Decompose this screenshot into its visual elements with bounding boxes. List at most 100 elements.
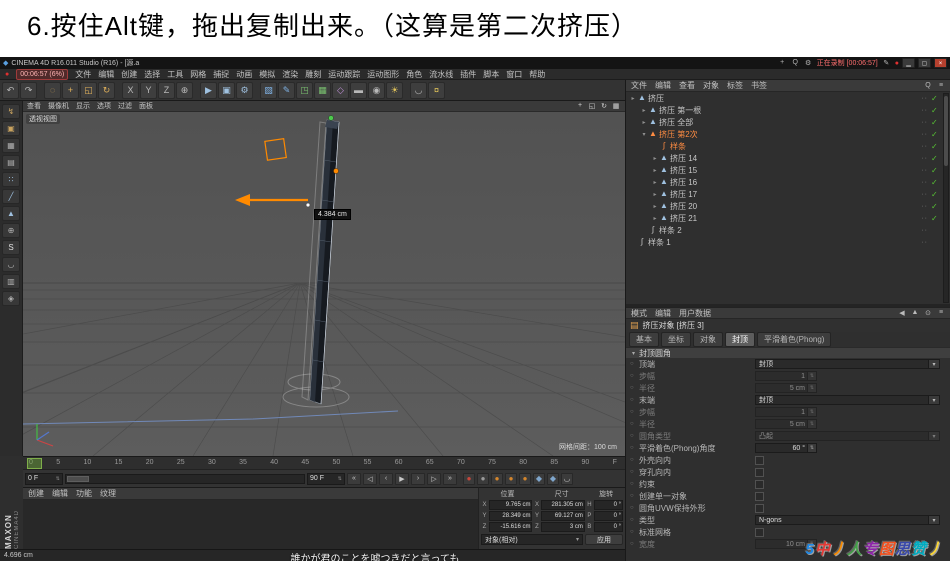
materials-menu-item[interactable]: 功能: [76, 488, 92, 499]
viewport-menu-item[interactable]: 面板: [139, 101, 153, 111]
menu-item[interactable]: 渲染: [282, 69, 298, 80]
primitive-cube-icon[interactable]: ▧: [260, 81, 277, 99]
pan-view-icon[interactable]: +: [575, 102, 585, 110]
z-axis-lock-icon[interactable]: Z: [158, 81, 175, 99]
attribute-subtab[interactable]: 封顶: [725, 332, 755, 347]
prev-frame-button[interactable]: ‹: [379, 472, 393, 485]
visibility-dots-icon[interactable]: ··: [921, 119, 928, 126]
enabled-check-icon[interactable]: ✓: [931, 190, 941, 199]
menu-item[interactable]: 编辑: [98, 69, 114, 80]
animation-dot-icon[interactable]: ○: [630, 481, 639, 487]
position-y-field[interactable]: 28.349 cm: [489, 511, 533, 521]
viewport-menu-item[interactable]: 摄像机: [48, 101, 69, 111]
frame-stepper-icon[interactable]: ⇅: [338, 476, 342, 482]
attribute-dropdown[interactable]: 封顶 ▾: [755, 359, 940, 369]
current-frame-marker[interactable]: [27, 458, 42, 469]
bulb-icon[interactable]: ¤: [428, 81, 445, 99]
make-editable-icon[interactable]: ↯: [2, 104, 20, 119]
menu-item[interactable]: 网格: [190, 69, 206, 80]
om-search-icon[interactable]: Q: [923, 82, 933, 89]
materials-menu-item[interactable]: 创建: [28, 488, 44, 499]
visibility-dots-icon[interactable]: ··: [921, 95, 928, 102]
enabled-check-icon[interactable]: ✓: [931, 130, 941, 139]
visibility-dots-icon[interactable]: ··: [921, 239, 928, 246]
animation-dot-icon[interactable]: ○: [630, 409, 639, 415]
toolbar-icon[interactable]: [116, 82, 121, 99]
live-selection-icon[interactable]: ◌: [44, 81, 61, 99]
workplane-lock-icon[interactable]: ▥: [2, 274, 20, 289]
expand-arrow-icon[interactable]: ▸: [651, 179, 659, 186]
viewport-menu-item[interactable]: 查看: [27, 101, 41, 111]
animation-dot-icon[interactable]: ○: [630, 361, 639, 367]
object-row[interactable]: ▾ ▲ 挤压 第2次 ·· ✓: [626, 128, 941, 140]
animation-dot-icon[interactable]: ○: [630, 421, 639, 427]
viewport-solo-icon[interactable]: S: [2, 240, 20, 255]
object-manager-menu-item[interactable]: 对象: [703, 80, 719, 91]
position-z-field[interactable]: -15.616 cm: [489, 522, 533, 532]
camera-icon[interactable]: ◉: [368, 81, 385, 99]
expand-arrow-icon[interactable]: ▸: [651, 191, 659, 198]
apply-button[interactable]: 应用: [585, 534, 623, 545]
visibility-dots-icon[interactable]: ··: [921, 203, 928, 210]
animation-dot-icon[interactable]: ○: [630, 529, 639, 535]
array-icon[interactable]: ▦: [314, 81, 331, 99]
stepper-icon[interactable]: ⇅: [807, 372, 816, 380]
animation-dot-icon[interactable]: ○: [630, 541, 639, 547]
workplane-mode-icon[interactable]: ▤: [2, 155, 20, 170]
menu-item[interactable]: 模拟: [259, 69, 275, 80]
close-button[interactable]: ×: [934, 58, 947, 68]
record-scale-button[interactable]: ●: [505, 472, 517, 485]
attribute-dropdown[interactable]: N-gons ▾: [755, 515, 940, 525]
toolbar-icon[interactable]: [38, 82, 43, 99]
record-point-level-button[interactable]: ◆: [547, 472, 559, 485]
texture-mode-icon[interactable]: ▦: [2, 138, 20, 153]
autokey-button[interactable]: ●: [477, 472, 489, 485]
attribute-number-field[interactable]: 60 ° ⇅: [755, 443, 817, 453]
enabled-check-icon[interactable]: ✓: [931, 202, 941, 211]
record-parameter-button[interactable]: ◆: [533, 472, 545, 485]
expand-arrow-icon[interactable]: ▸: [651, 155, 659, 162]
attribute-dropdown[interactable]: 封顶 ▾: [755, 395, 940, 405]
menu-item[interactable]: 创建: [121, 69, 137, 80]
am-back-icon[interactable]: ◀: [897, 309, 907, 317]
stepper-icon[interactable]: ⇅: [807, 420, 816, 428]
object-manager-menu-item[interactable]: 文件: [631, 80, 647, 91]
record-keyframe-button[interactable]: ●: [463, 472, 475, 485]
frame-stepper-icon[interactable]: ⇅: [56, 476, 60, 482]
rotation-p-field[interactable]: 0 °: [593, 511, 624, 521]
attribute-manager-menu-item[interactable]: 模式: [631, 308, 647, 319]
maximize-button[interactable]: ▢: [918, 58, 931, 68]
animation-dot-icon[interactable]: ○: [630, 373, 639, 379]
section-collapse-icon[interactable]: ▾: [632, 350, 635, 357]
visibility-dots-icon[interactable]: ··: [921, 191, 928, 198]
enabled-check-icon[interactable]: ✓: [931, 214, 941, 223]
end-frame-field[interactable]: 90 F ⇅: [307, 472, 345, 485]
object-manager-menu-item[interactable]: 书签: [751, 80, 767, 91]
expand-arrow-icon[interactable]: ▸: [640, 107, 648, 114]
enabled-check-icon[interactable]: ✓: [931, 166, 941, 175]
coord-system-icon[interactable]: ⊕: [176, 81, 193, 99]
menu-item[interactable]: 文件: [75, 69, 91, 80]
menu-item[interactable]: 插件: [460, 69, 476, 80]
menu-item[interactable]: 选择: [144, 69, 160, 80]
viewport-canvas[interactable]: 透视视图 4.384 cm 网格间距：100 cm: [23, 112, 625, 456]
expand-arrow-icon[interactable]: ▸: [651, 167, 659, 174]
visibility-dots-icon[interactable]: ··: [921, 107, 928, 114]
rotation-b-field[interactable]: 0 °: [593, 522, 624, 532]
toolbar-icon[interactable]: [194, 82, 199, 99]
enabled-check-icon[interactable]: ✓: [931, 178, 941, 187]
subdivision-surface-icon[interactable]: ◳: [296, 81, 313, 99]
toolbar-icon[interactable]: [254, 82, 259, 99]
expand-arrow-icon[interactable]: ▸: [629, 95, 637, 102]
om-filter-icon[interactable]: ≡: [936, 82, 946, 89]
coord-mode-select[interactable]: 对象(相对) ▾: [481, 534, 583, 545]
menu-item[interactable]: 雕刻: [305, 69, 321, 80]
next-frame-button[interactable]: ›: [411, 472, 425, 485]
render-picture-viewer-icon[interactable]: ▣: [218, 81, 235, 99]
visibility-dots-icon[interactable]: ··: [921, 227, 928, 234]
record-rotation-button[interactable]: ●: [519, 472, 531, 485]
attribute-dropdown[interactable]: 凸起 ▾: [755, 431, 940, 441]
viewport-menu-item[interactable]: 选项: [97, 101, 111, 111]
menu-item[interactable]: 脚本: [483, 69, 499, 80]
size-z-field[interactable]: 3 cm: [541, 522, 585, 532]
